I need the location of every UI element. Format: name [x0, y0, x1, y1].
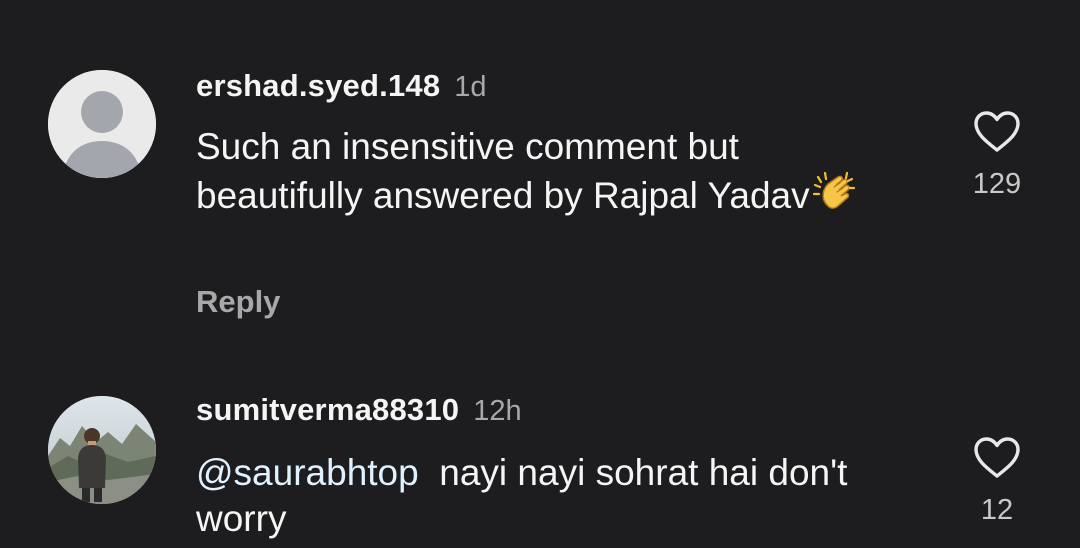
comments-sheet: ershad.syed.148 1d Such an insensitive c…: [0, 0, 1080, 548]
mention-link[interactable]: @saurabhtop: [196, 452, 419, 493]
like-button[interactable]: 129: [960, 110, 1034, 201]
like-count: 129: [972, 168, 1022, 200]
heart-outline-icon: [974, 111, 1020, 152]
avatar[interactable]: [48, 70, 156, 178]
user-photo-icon: [48, 396, 156, 504]
comment-text: Such an insensitive comment but beautifu…: [196, 124, 896, 225]
username[interactable]: ershad.syed.148: [196, 68, 440, 104]
comment-header: ershad.syed.148 1d: [196, 68, 487, 104]
avatar[interactable]: [48, 396, 156, 504]
default-avatar-icon: [48, 70, 156, 178]
like-count: 12: [980, 494, 1014, 526]
clapping-hands-icon: [812, 170, 856, 225]
username[interactable]: sumitverma88310: [196, 392, 459, 428]
comment-text: @saurabhtop nayi nayi sohrat hai don't w…: [196, 450, 896, 542]
timestamp: 1d: [454, 71, 487, 103]
timestamp: 12h: [473, 395, 522, 427]
like-button[interactable]: 12: [960, 436, 1034, 527]
heart-outline-icon: [974, 437, 1020, 478]
reply-button[interactable]: Reply: [196, 284, 280, 320]
comment-body: Such an insensitive comment but beautifu…: [196, 126, 810, 216]
comment-header: sumitverma88310 12h: [196, 392, 522, 428]
